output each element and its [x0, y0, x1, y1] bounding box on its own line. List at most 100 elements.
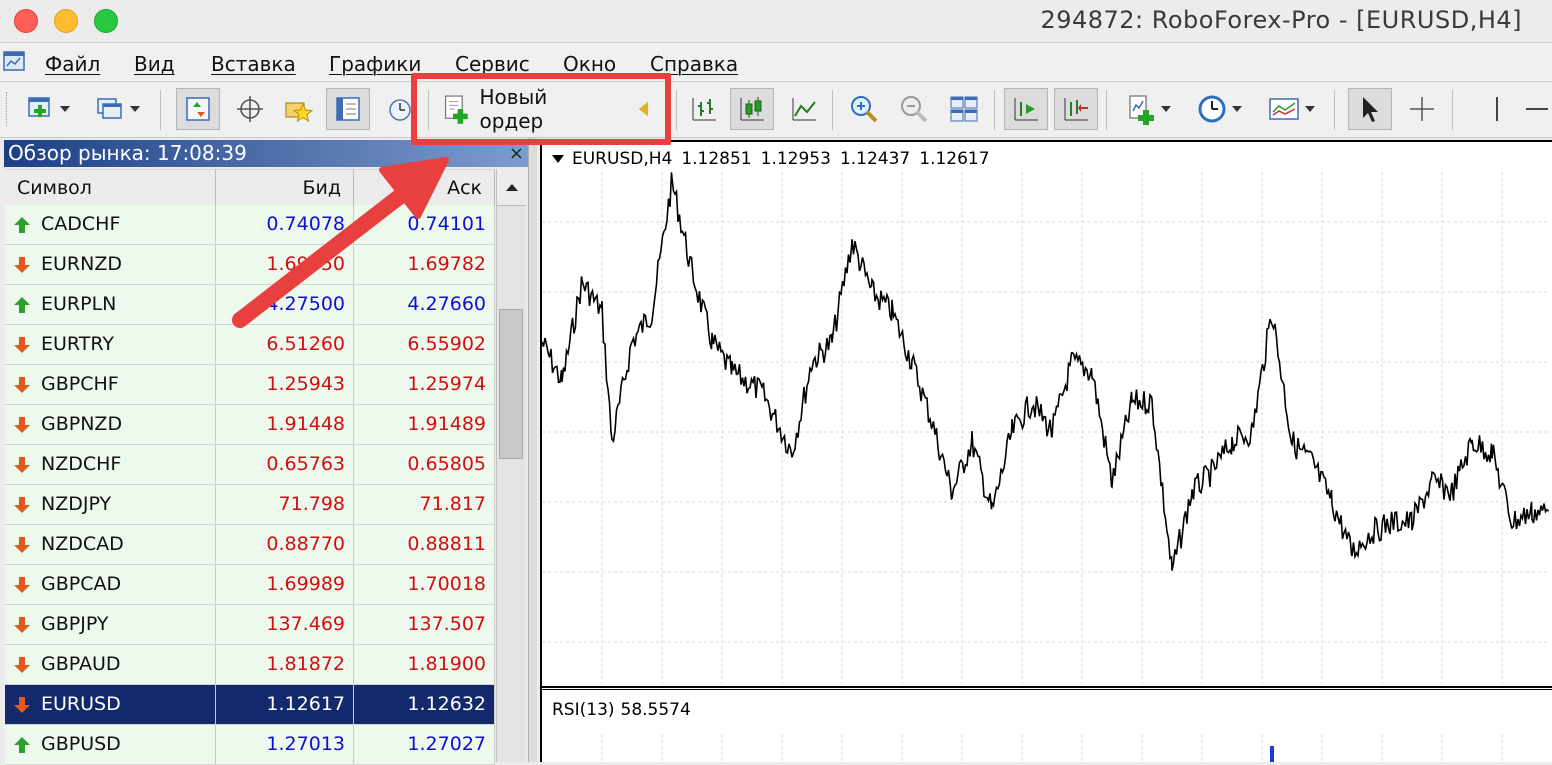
window-close-button[interactable] [14, 9, 38, 33]
market-watch-row[interactable]: EURUSD 1.12617 1.12632 [5, 685, 495, 725]
market-watch-row[interactable]: GBPCAD 1.69989 1.70018 [5, 565, 495, 605]
bid-cell: 137.469 [216, 605, 354, 644]
menu-charts[interactable]: Графики [329, 52, 421, 76]
horizontal-line-button[interactable] [1518, 88, 1552, 130]
chart-open: 1.12851 [681, 149, 752, 169]
symbol-cell: NZDJPY [5, 485, 216, 524]
symbol-cell: EURUSD [5, 685, 216, 724]
window-titlebar: 294872: RoboForex-Pro - [EURUSD,H4] [0, 0, 1552, 43]
window-maximize-button[interactable] [94, 9, 118, 33]
toolbar-separator [832, 90, 833, 130]
arrow-down-icon [14, 376, 30, 393]
ask-cell: 1.27027 [354, 725, 495, 764]
chart-shift-button[interactable] [1054, 88, 1098, 130]
indicator-window-separator[interactable] [542, 686, 1552, 690]
ask-cell: 1.70018 [354, 565, 495, 604]
new-chart-button[interactable] [18, 88, 76, 130]
zoom-in-icon [851, 96, 878, 123]
zoom-in-button[interactable] [842, 88, 886, 130]
candlestick-button[interactable] [730, 88, 774, 130]
price-chart[interactable] [542, 142, 1550, 762]
line-chart-button[interactable] [782, 88, 826, 130]
market-watch-row[interactable]: EURPLN 4.27500 4.27660 [5, 285, 495, 325]
market-watch-row[interactable]: GBPCHF 1.25943 1.25974 [5, 365, 495, 405]
menu-file[interactable]: Файл [45, 52, 100, 76]
panel-splitter[interactable] [528, 138, 537, 762]
terminal-button[interactable] [326, 88, 370, 130]
market-watch-row[interactable]: GBPAUD 1.81872 1.81900 [5, 645, 495, 685]
column-header-symbol[interactable]: Символ [5, 169, 216, 205]
chevron-down-icon [1161, 106, 1171, 112]
auto-scroll-icon [1014, 98, 1038, 121]
arrow-down-icon [14, 416, 30, 433]
bid-cell: 4.27500 [216, 285, 354, 324]
terminal-icon [336, 97, 360, 121]
cursor-icon [1363, 97, 1378, 122]
market-watch-row[interactable]: NZDJPY 71.798 71.817 [5, 485, 495, 525]
tile-windows-button[interactable] [942, 88, 986, 130]
symbol-name: EURUSD [41, 693, 121, 715]
market-watch-row[interactable]: EURNZD 1.69750 1.69782 [5, 245, 495, 285]
market-watch-title: Обзор рынка: 17:08:39 [8, 141, 247, 165]
templates-button[interactable] [1262, 88, 1320, 130]
toolbar-separator [160, 90, 161, 130]
bid-cell: 6.51260 [216, 325, 354, 364]
templates-icon [1269, 98, 1299, 120]
arrow-down-icon [14, 456, 30, 473]
ask-cell: 0.74101 [354, 205, 495, 244]
chart-window[interactable]: EURUSD,H4 1.12851 1.12953 1.12437 1.1261… [540, 140, 1552, 762]
market-watch-row[interactable]: NZDCHF 0.65763 0.65805 [5, 445, 495, 485]
data-window-button[interactable] [228, 88, 272, 130]
navigator-button[interactable] [276, 88, 320, 130]
symbol-name: NZDCHF [41, 453, 122, 475]
bid-cell: 1.25943 [216, 365, 354, 404]
market-watch-row[interactable]: CADCHF 0.74078 0.74101 [5, 205, 495, 245]
market-watch-row[interactable]: NZDCAD 0.88770 0.88811 [5, 525, 495, 565]
scroll-up-button[interactable] [497, 169, 526, 206]
symbol-name: GBPNZD [41, 413, 123, 435]
ask-cell: 1.69782 [354, 245, 495, 284]
menu-insert[interactable]: Вставка [211, 52, 296, 76]
vertical-line-icon [1496, 97, 1498, 121]
crosshair-button[interactable] [1400, 88, 1444, 130]
market-watch-panel: Обзор рынка: 17:08:39 × Символ Бид Аск C… [0, 138, 536, 765]
app-icon[interactable] [2, 49, 28, 75]
toolbar-grip[interactable] [6, 92, 10, 126]
scrollbar-thumb[interactable] [499, 309, 523, 459]
symbol-name: GBPAUD [41, 653, 121, 675]
bid-cell: 71.798 [216, 485, 354, 524]
zoom-out-button[interactable] [892, 88, 936, 130]
arrow-down-icon [14, 656, 30, 673]
vertical-line-button[interactable] [1468, 88, 1512, 130]
arrow-up-icon [14, 296, 30, 313]
market-watch-row[interactable]: GBPJPY 137.469 137.507 [5, 605, 495, 645]
arrow-down-icon [14, 616, 30, 633]
symbol-name: GBPUSD [41, 733, 121, 755]
market-watch-button[interactable] [176, 88, 220, 130]
bar-chart-button[interactable] [684, 88, 724, 130]
ask-cell: 0.88811 [354, 525, 495, 564]
auto-scroll-button[interactable] [1004, 88, 1048, 130]
column-header-bid[interactable]: Бид [216, 169, 354, 205]
indicators-button[interactable] [1120, 88, 1176, 130]
arrow-down-icon [14, 576, 30, 593]
symbol-cell: GBPJPY [5, 605, 216, 644]
window-minimize-button[interactable] [54, 9, 78, 33]
chevron-down-icon[interactable] [552, 155, 564, 163]
menu-view[interactable]: Вид [134, 52, 175, 76]
cursor-button[interactable] [1348, 88, 1392, 130]
ask-cell: 1.25974 [354, 365, 495, 404]
symbol-cell: CADCHF [5, 205, 216, 244]
market-watch-row[interactable]: EURTRY 6.51260 6.55902 [5, 325, 495, 365]
market-watch-rows: CADCHF 0.74078 0.74101 EURNZD 1.69750 1.69782… [5, 205, 495, 765]
market-watch-row[interactable]: GBPNZD 1.91448 1.91489 [5, 405, 495, 445]
arrow-up-icon [14, 736, 30, 753]
column-header-ask[interactable]: Аск [354, 169, 495, 205]
profiles-button[interactable] [88, 88, 146, 130]
new-chart-icon [28, 97, 50, 117]
market-watch-scrollbar[interactable] [496, 169, 526, 762]
periods-button[interactable] [1190, 88, 1248, 130]
symbol-cell: NZDCHF [5, 445, 216, 484]
market-watch-row[interactable]: GBPUSD 1.27013 1.27027 [5, 725, 495, 765]
symbol-name: NZDCAD [41, 533, 124, 555]
